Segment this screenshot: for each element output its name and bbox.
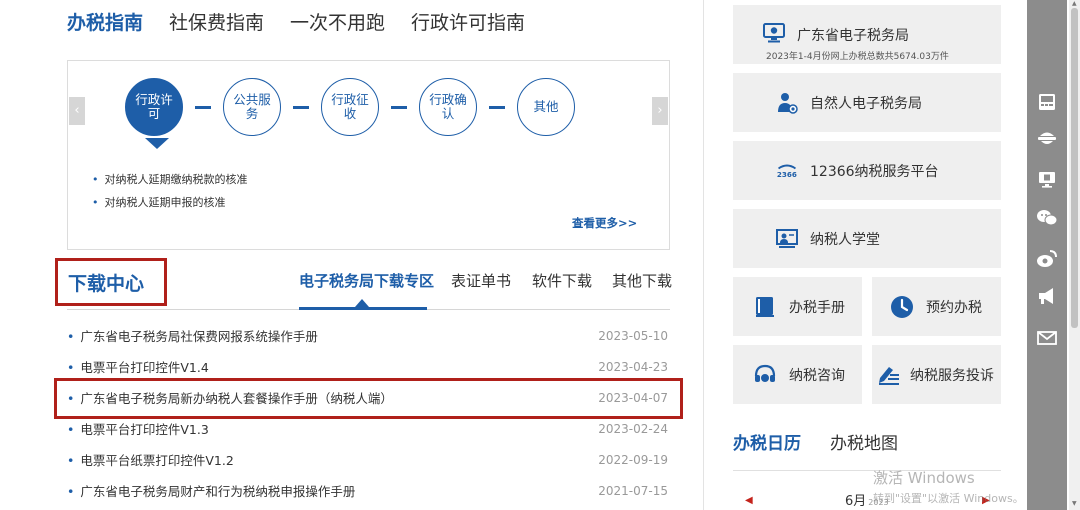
headset-icon <box>753 363 777 387</box>
step-connector <box>489 106 505 109</box>
next-arrow-icon[interactable]: › <box>652 97 668 125</box>
bullet-icon: • <box>92 196 99 209</box>
list-item[interactable]: • 对纳税人延期申报的核准 <box>92 191 248 214</box>
see-more-link[interactable]: 查看更多>> <box>572 215 637 231</box>
calendar-divider <box>733 470 1001 471</box>
download-center-title-box: 下载中心 <box>55 258 167 306</box>
monitor-icon[interactable] <box>1036 168 1058 190</box>
calendar-year: 2023 <box>868 498 889 507</box>
tab-tax-calendar[interactable]: 办税日历 <box>733 429 801 454</box>
person-icon <box>776 92 798 114</box>
bullet-icon: • <box>67 360 75 375</box>
tab-tax-map[interactable]: 办税地图 <box>830 429 898 454</box>
bullet-icon: • <box>67 422 75 437</box>
tab-one-trip[interactable]: 一次不用跑 <box>290 8 385 35</box>
appointment-card[interactable]: 预约办税 <box>872 277 1001 336</box>
table-row[interactable]: • 广东省电子税务局社保费网报系统操作手册 2023-05-10 <box>67 321 670 352</box>
12366-logo-icon: 2366 <box>776 160 798 182</box>
tab-admin-license-guide[interactable]: 行政许可指南 <box>411 8 525 35</box>
step-admin-license[interactable]: 行政许可 <box>125 78 183 136</box>
scroll-thumb[interactable] <box>1071 8 1078 328</box>
step-connector <box>391 106 407 109</box>
pen-icon <box>876 363 900 387</box>
calendar-month: 6月 2023 <box>845 494 889 509</box>
windows-activation-watermark: 激活 Windows 转到"设置"以激活 Windows。 <box>873 467 1024 506</box>
file-name[interactable]: 电票平台打印控件V1.3 <box>80 422 208 437</box>
step-public-service[interactable]: 公共服务 <box>223 78 281 136</box>
watermark-line: 转到"设置"以激活 Windows。 <box>873 492 1024 505</box>
etax-stats: 2023年1-4月份网上办税总数共5674.03万件 <box>766 52 949 62</box>
list-item[interactable]: • 对纳税人延期缴纳税款的核准 <box>92 168 248 191</box>
bullet-icon: • <box>92 173 99 186</box>
natural-person-card[interactable]: 自然人电子税务局 <box>733 73 1001 132</box>
card-label: 预约办税 <box>926 299 982 316</box>
svg-text:2366: 2366 <box>777 169 797 178</box>
mail-icon[interactable] <box>1036 327 1058 349</box>
card-label: 广东省电子税务局 <box>797 28 909 44</box>
file-name[interactable]: 电票平台纸票打印控件V1.2 <box>80 453 233 468</box>
terminal-icon[interactable] <box>1036 91 1058 113</box>
active-step-pointer-icon <box>145 138 169 149</box>
scroll-down-icon[interactable]: ▼ <box>1072 500 1077 507</box>
bullet-icon: • <box>67 484 75 499</box>
manual-card[interactable]: 办税手册 <box>733 277 862 336</box>
guide-tabs: 办税指南 社保费指南 一次不用跑 行政许可指南 <box>67 4 551 38</box>
book-icon <box>753 295 777 319</box>
active-tab-caret-icon <box>355 299 369 307</box>
tab-forms[interactable]: 表证单书 <box>451 270 511 291</box>
file-name[interactable]: 广东省电子税务局财产和行为税纳税申报操作手册 <box>80 484 355 499</box>
table-row[interactable]: • 电票平台纸票打印控件V1.2 2022-09-19 <box>67 445 670 476</box>
table-row[interactable]: • 广东省电子税务局财产和行为税纳税申报操作手册 2021-07-15 <box>67 476 670 507</box>
tab-tax-guide[interactable]: 办税指南 <box>67 8 143 35</box>
tab-etax-downloads[interactable]: 电子税务局下载专区 <box>299 270 434 291</box>
step-other[interactable]: 其他 <box>517 78 575 136</box>
card-label: 纳税咨询 <box>789 367 845 384</box>
card-label: 纳税人学堂 <box>810 231 880 248</box>
school-card[interactable]: 纳税人学堂 <box>733 209 1001 268</box>
step-connector <box>293 106 309 109</box>
megaphone-icon[interactable] <box>1036 285 1058 307</box>
card-label: 12366纳税服务平台 <box>810 163 939 180</box>
file-date: 2023-05-10 <box>598 329 668 343</box>
card-label: 自然人电子税务局 <box>810 95 922 112</box>
complaint-card[interactable]: 纳税服务投诉 <box>872 345 1001 404</box>
page-scrollbar[interactable]: ▲ ▼ <box>1069 0 1080 510</box>
process-item-list: • 对纳税人延期缴纳税款的核准 • 对纳税人延期申报的核准 <box>92 168 248 214</box>
card-label: 纳税服务投诉 <box>910 367 994 384</box>
file-name[interactable]: 广东省电子税务局社保费网报系统操作手册 <box>80 329 318 344</box>
bullet-icon: • <box>67 453 75 468</box>
clock-icon <box>890 295 914 319</box>
consult-card[interactable]: 纳税咨询 <box>733 345 862 404</box>
card-label: 办税手册 <box>789 299 845 316</box>
step-connector <box>195 106 211 109</box>
tab-software-download[interactable]: 软件下载 <box>532 270 592 291</box>
file-name[interactable]: 电票平台打印控件V1.4 <box>80 360 208 375</box>
monitor-icon <box>763 22 785 44</box>
prev-month-icon[interactable]: ◀ <box>745 495 753 506</box>
floating-toolbar <box>1027 0 1067 510</box>
active-tab-underline <box>299 307 427 310</box>
step-admin-levy[interactable]: 行政征收 <box>321 78 379 136</box>
police-icon[interactable] <box>1036 127 1058 149</box>
next-month-icon[interactable]: ▶ <box>982 495 990 506</box>
classroom-icon <box>776 228 798 250</box>
tab-social-insurance-guide[interactable]: 社保费指南 <box>169 8 264 35</box>
prev-arrow-icon[interactable]: ‹ <box>69 97 85 125</box>
etax-card[interactable]: 广东省电子税务局 2023年1-4月份网上办税总数共5674.03万件 <box>733 5 1001 64</box>
wechat-icon[interactable] <box>1036 207 1058 229</box>
column-divider <box>703 0 704 510</box>
file-date: 2021-07-15 <box>598 484 668 498</box>
hotline-card[interactable]: 2366 12366纳税服务平台 <box>733 141 1001 200</box>
download-center-title: 下载中心 <box>68 273 145 295</box>
process-panel: ‹ › 行政许可 公共服务 行政征收 行政确认 其他 • 对纳税人延期缴纳税款的核… <box>67 60 670 250</box>
bullet-icon: • <box>67 329 75 344</box>
tab-other-download[interactable]: 其他下载 <box>612 270 672 291</box>
weibo-icon[interactable] <box>1036 247 1058 269</box>
highlight-box <box>54 378 683 419</box>
scroll-up-icon[interactable]: ▲ <box>1072 0 1077 7</box>
file-date: 2022-09-19 <box>598 453 668 467</box>
step-admin-confirm[interactable]: 行政确认 <box>419 78 477 136</box>
